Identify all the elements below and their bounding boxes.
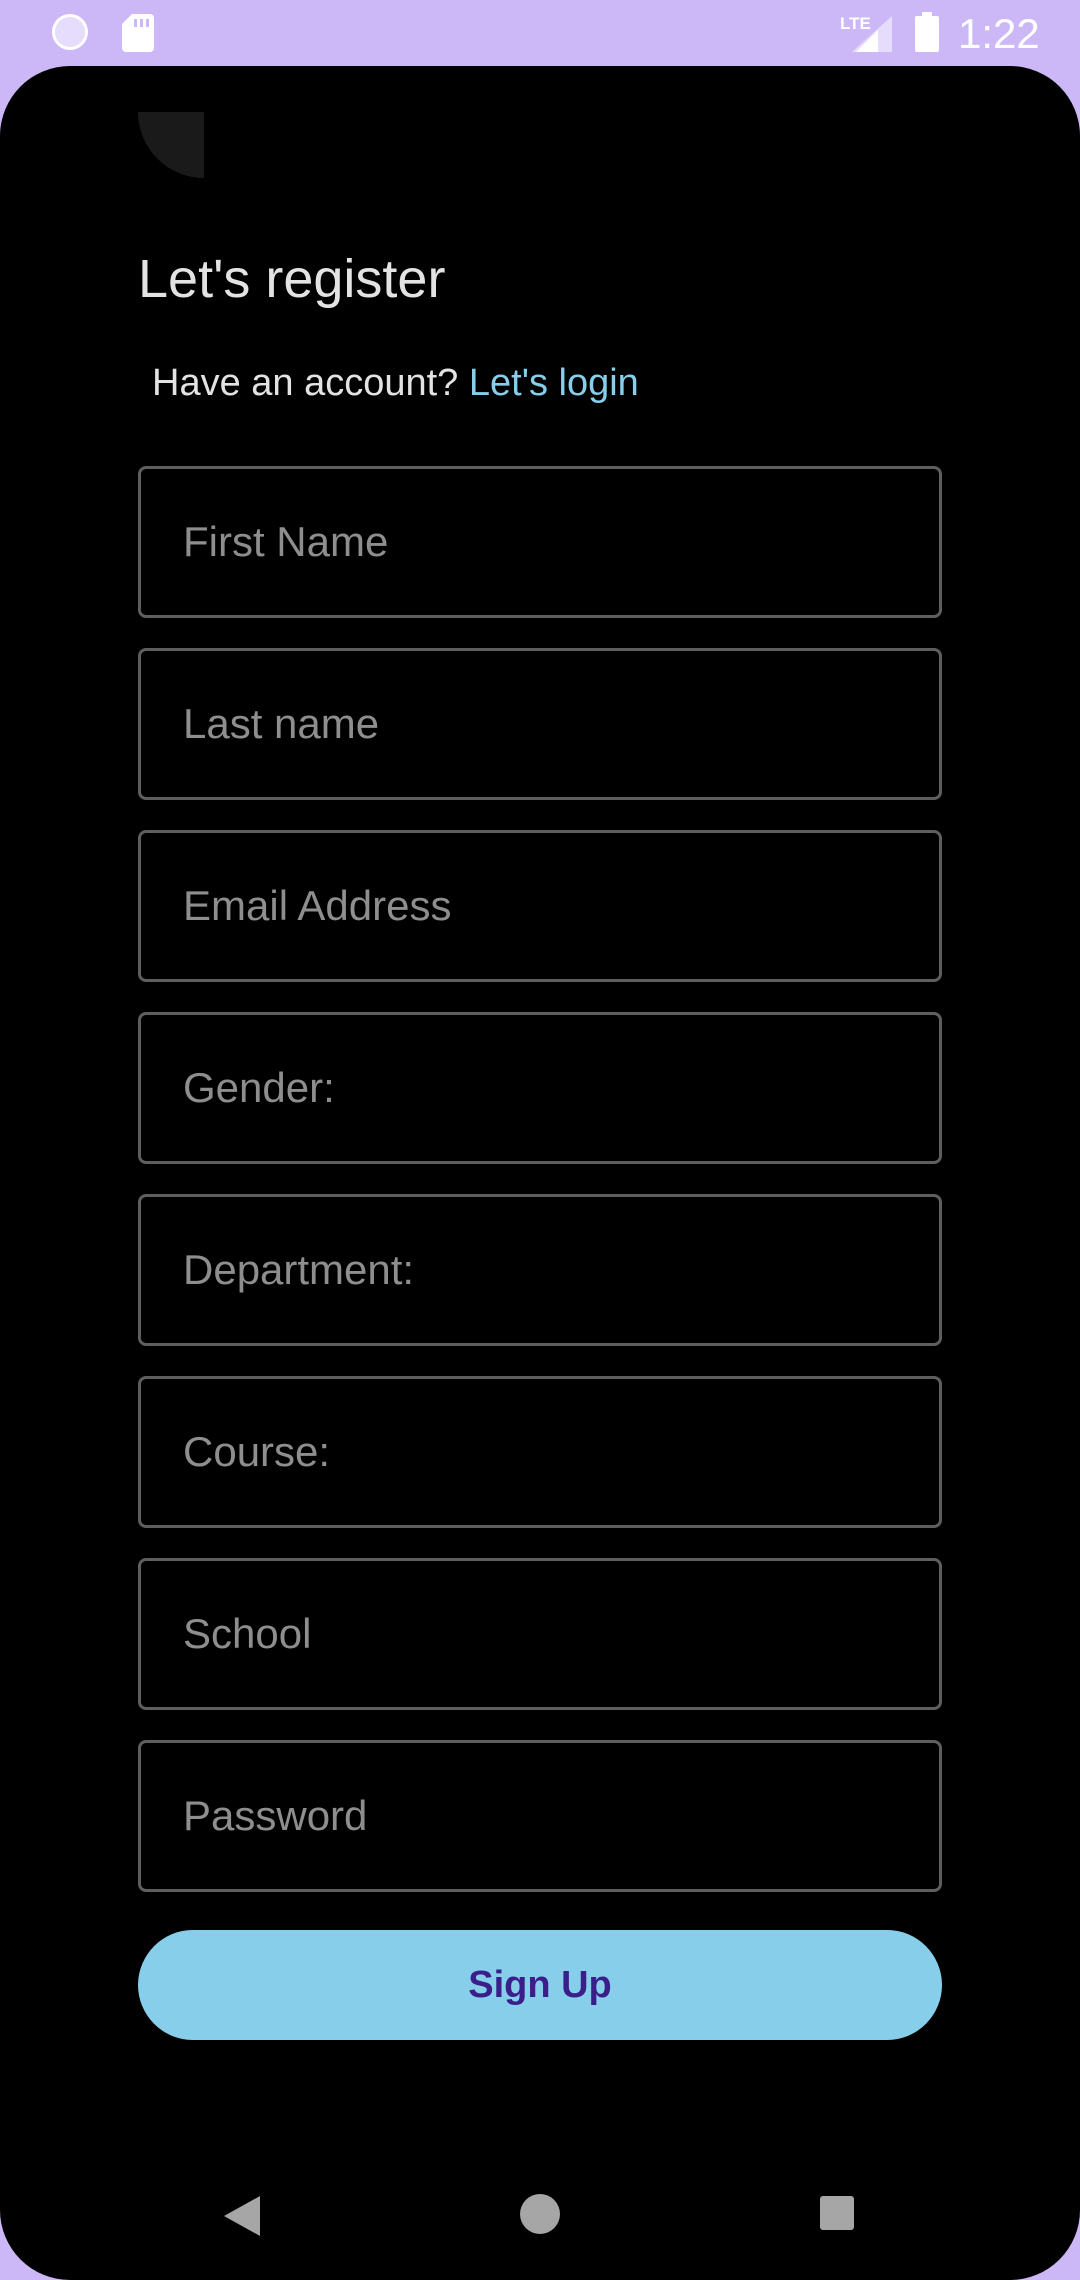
loading-circle-icon [52, 14, 88, 50]
status-bar: LTE 1:22 [0, 0, 1080, 66]
login-prompt: Have an account? Let's login [152, 358, 639, 408]
first-name-field[interactable] [138, 466, 942, 618]
battery-icon [915, 12, 939, 52]
department-input[interactable] [141, 1197, 939, 1343]
back-icon[interactable] [224, 2196, 260, 2236]
department-field[interactable] [138, 1194, 942, 1346]
password-field[interactable] [138, 1740, 942, 1892]
sd-card-icon [122, 14, 154, 52]
sign-up-button[interactable]: Sign Up [138, 1930, 942, 2040]
last-name-input[interactable] [141, 651, 939, 797]
school-input[interactable] [141, 1561, 939, 1707]
course-field[interactable] [138, 1376, 942, 1528]
last-name-field[interactable] [138, 648, 942, 800]
home-icon[interactable] [520, 2194, 560, 2234]
screen: LTE 1:22 Let's register Have an account?… [0, 0, 1080, 2280]
gender-input[interactable] [141, 1015, 939, 1161]
gender-field[interactable] [138, 1012, 942, 1164]
login-link[interactable]: Let's login [469, 362, 639, 404]
have-account-text: Have an account? [152, 362, 469, 404]
course-input[interactable] [141, 1379, 939, 1525]
first-name-input[interactable] [141, 469, 939, 615]
school-field[interactable] [138, 1558, 942, 1710]
email-address-field[interactable] [138, 830, 942, 982]
signal-icon [852, 16, 892, 52]
email-address-input[interactable] [141, 833, 939, 979]
clock: 1:22 [958, 10, 1040, 57]
recents-icon[interactable] [820, 2196, 854, 2230]
page-title: Let's register [138, 249, 446, 309]
password-input[interactable] [141, 1743, 939, 1889]
